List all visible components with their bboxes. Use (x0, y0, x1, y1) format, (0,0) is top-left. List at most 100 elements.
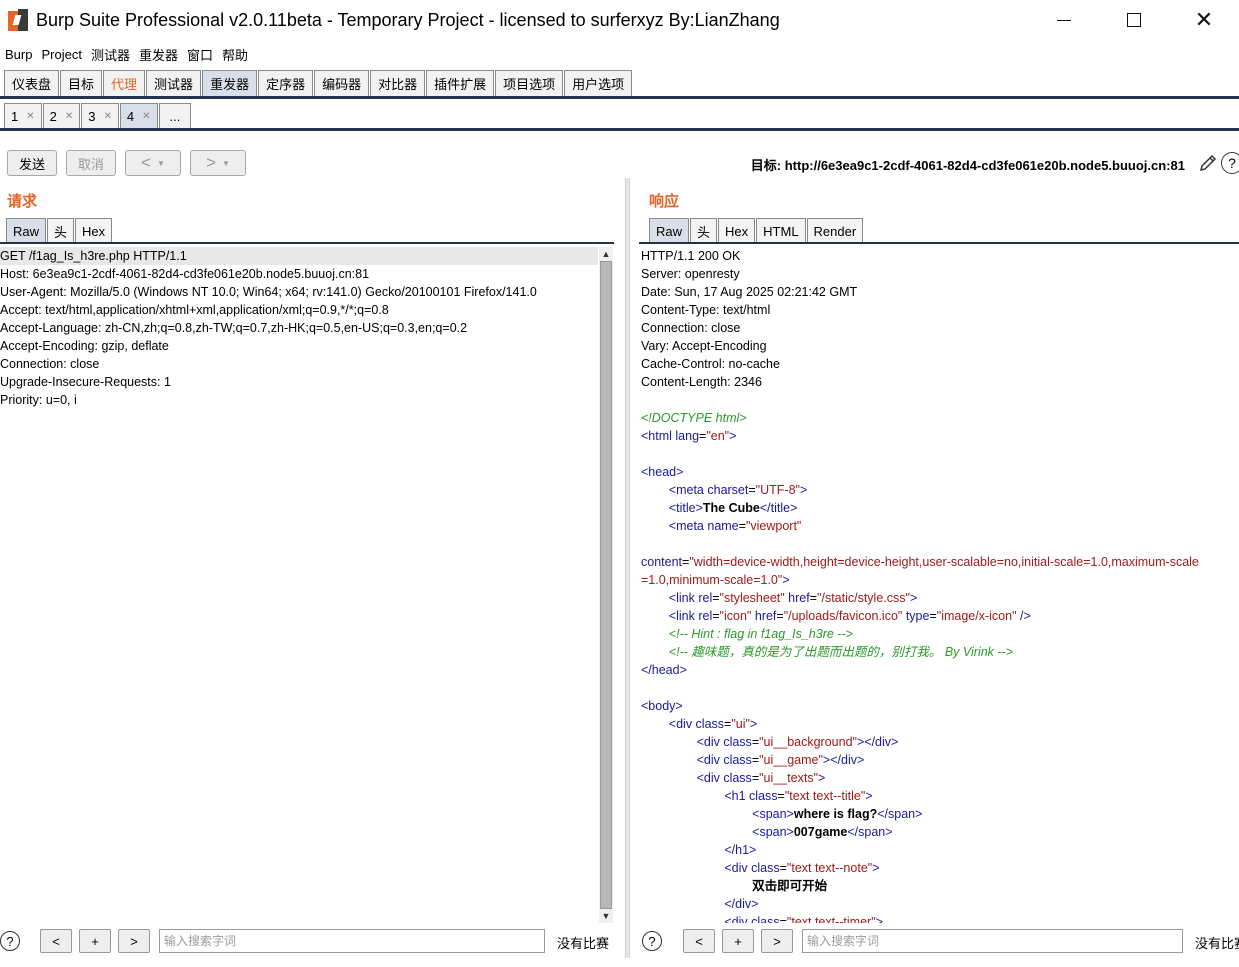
search-next-button[interactable]: > (118, 929, 150, 953)
close-button[interactable]: ✕ (1169, 0, 1239, 40)
request-tab-headers[interactable]: 头 (47, 218, 75, 243)
menu-burp[interactable]: Burp (5, 47, 32, 62)
request-scrollbar[interactable]: ▲ ▼ (599, 247, 613, 923)
response-line (641, 679, 1239, 697)
send-button[interactable]: 发送 (7, 150, 57, 176)
repeater-tab-new[interactable]: ... (158, 103, 192, 128)
maximize-button[interactable] (1099, 0, 1169, 40)
main-tabs: 仪表盘 目标 代理 测试器 重发器 定序器 编码器 对比器 插件扩展 项目选项 … (4, 70, 633, 96)
repeater-tab-2[interactable]: 2 ✕ (42, 103, 81, 128)
match-count: 没有比赛 (1195, 936, 1239, 951)
response-editor[interactable]: HTTP/1.1 200 OK Server: openresty Date: Su… (641, 247, 1239, 923)
search-add-button[interactable]: + (79, 929, 111, 953)
response-line: <div class="ui__game"></div> (696, 753, 865, 767)
request-line: Accept: text/html,application/xhtml+xml,… (0, 303, 389, 317)
request-editor[interactable]: GET /f1ag_Is_h3re.php HTTP/1.1 Host: 6e3… (0, 247, 598, 923)
cancel-button[interactable]: 取消 (66, 150, 116, 176)
response-tab-hex[interactable]: Hex (718, 218, 756, 243)
menu-window[interactable]: 窗口 (187, 45, 213, 64)
pane-splitter[interactable] (625, 178, 630, 958)
request-title: 请求 (7, 193, 38, 210)
response-search-bar: ? < + > 没有比赛 (641, 927, 1239, 955)
request-search-input[interactable] (159, 929, 545, 953)
back-button[interactable]: < ▼ (125, 150, 181, 176)
tab-target[interactable]: 目标 (60, 70, 103, 96)
response-line: <!-- Hint : flag in f1ag_Is_h3re --> (641, 627, 853, 641)
back-arrow-icon: < (141, 153, 151, 172)
main-tabs-divider (0, 96, 1239, 99)
match-count: 没有比赛 (557, 936, 610, 951)
menu-help[interactable]: 帮助 (222, 45, 248, 64)
help-icon[interactable]: ? (1221, 152, 1239, 174)
edit-target-pencil-icon[interactable] (1197, 152, 1219, 174)
help-icon[interactable]: ? (642, 931, 662, 951)
repeater-tab-4[interactable]: 4 ✕ (119, 103, 158, 128)
request-line: GET /f1ag_Is_h3re.php HTTP/1.1 (0, 247, 598, 265)
tab-sequencer[interactable]: 定序器 (258, 70, 314, 96)
response-line: </head> (641, 663, 687, 677)
menu-project[interactable]: Project (41, 47, 81, 62)
response-line: Connection: close (641, 321, 741, 335)
search-add-button[interactable]: + (722, 929, 754, 953)
tab-decoder[interactable]: 编码器 (314, 70, 370, 96)
response-view-tabs: Raw 头 Hex HTML Render (649, 218, 864, 243)
tab-repeater[interactable]: 重发器 (202, 70, 258, 96)
response-line: Content-Length: 2346 (641, 375, 762, 389)
response-line: <body> (641, 699, 683, 713)
response-tab-html[interactable]: HTML (756, 218, 806, 243)
tab-comparer[interactable]: 对比器 (370, 70, 426, 96)
search-prev-button[interactable]: < (40, 929, 72, 953)
repeater-tab-1[interactable]: 1 ✕ (4, 103, 42, 128)
minimize-button[interactable] (1029, 0, 1099, 40)
response-line: Server: openresty (641, 267, 740, 281)
tab-user-options[interactable]: 用户选项 (564, 70, 633, 96)
response-line: <html lang="en"> (641, 429, 737, 443)
forward-button[interactable]: > ▼ (190, 150, 246, 176)
request-line: Connection: close (0, 357, 100, 371)
request-tab-raw[interactable]: Raw (6, 218, 47, 243)
request-search-bar: ? < + > 没有比赛 (0, 927, 625, 955)
response-tab-headers[interactable]: 头 (690, 218, 718, 243)
response-line: <link rel="stylesheet" href="/static/sty… (668, 591, 918, 605)
dropdown-icon: ▼ (222, 158, 230, 168)
tab-proxy[interactable]: 代理 (103, 70, 146, 96)
tab-project-options[interactable]: 项目选项 (495, 70, 564, 96)
request-scroll-thumb[interactable] (600, 261, 612, 909)
scroll-up-icon[interactable]: ▲ (599, 247, 613, 261)
menu-intruder[interactable]: 测试器 (91, 45, 130, 64)
response-line: Date: Sun, 17 Aug 2025 02:21:42 GMT (641, 285, 858, 299)
response-line: <div class="text text--note"> (724, 861, 880, 875)
menu-repeater[interactable]: 重发器 (139, 45, 178, 64)
response-search-input[interactable] (802, 929, 1183, 953)
search-next-button[interactable]: > (761, 929, 793, 953)
search-prev-button[interactable]: < (683, 929, 715, 953)
response-line: HTTP/1.1 200 OK (641, 249, 741, 263)
tab-intruder[interactable]: 测试器 (146, 70, 202, 96)
maximize-icon (1127, 13, 1141, 27)
request-tab-hex[interactable]: Hex (75, 218, 113, 243)
request-line: Upgrade-Insecure-Requests: 1 (0, 375, 171, 389)
repeater-tab-3[interactable]: 3 ✕ (81, 103, 119, 128)
close-icon: ✕ (1194, 7, 1214, 32)
repeater-tab-label: 4 (126, 108, 135, 124)
tab-dashboard[interactable]: 仪表盘 (4, 70, 60, 96)
close-tab-icon[interactable]: ✕ (26, 111, 34, 122)
close-tab-icon[interactable]: ✕ (65, 111, 73, 122)
tab-extender[interactable]: 插件扩展 (426, 70, 495, 96)
close-tab-icon[interactable]: ✕ (103, 111, 111, 122)
response-line: =1.0,minimum-scale=1.0"> (641, 573, 790, 587)
response-tab-raw[interactable]: Raw (649, 218, 690, 243)
response-line: content="width=device-width,height=devic… (641, 555, 1199, 569)
response-line: </div> (724, 897, 759, 911)
response-title: 响应 (649, 193, 680, 210)
window-title: Burp Suite Professional v2.0.11beta - Te… (36, 9, 780, 30)
close-tab-icon[interactable]: ✕ (142, 111, 150, 122)
help-icon[interactable]: ? (0, 931, 20, 951)
response-tab-render[interactable]: Render (806, 218, 864, 243)
response-line: <div class="ui__background"></div> (696, 735, 899, 749)
response-line: <!-- 趣味题，真的是为了出题而出题的，别打我。 By Virink --> (641, 645, 1014, 659)
response-tabs-divider (639, 242, 1239, 244)
response-line: <span>where is flag?</span> (752, 807, 923, 821)
target-label: 目标: http://6e3ea9c1-2cdf-4061-82d4-cd3fe… (750, 158, 1185, 173)
scroll-down-icon[interactable]: ▼ (599, 909, 613, 923)
